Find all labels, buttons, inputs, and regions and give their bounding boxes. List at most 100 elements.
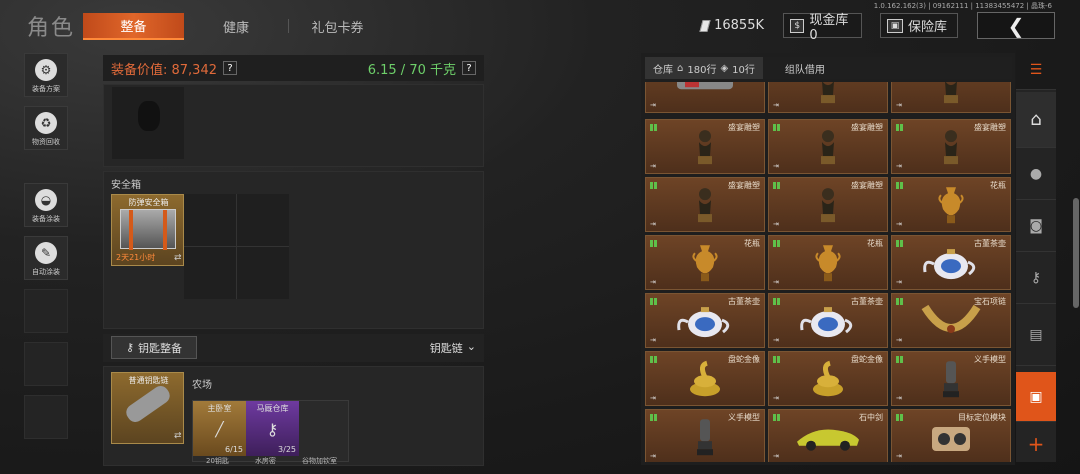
keychain-item[interactable]: 普通钥匙链 ⇄: [111, 372, 184, 444]
grid-size-icon: [896, 182, 903, 189]
sidebar-item-loadout[interactable]: ⚙ 装备方案: [24, 53, 68, 97]
item-name: 花瓶: [990, 181, 1006, 190]
help-icon[interactable]: ?: [462, 61, 476, 75]
warehouse-item[interactable]: 花瓶 ⇥: [768, 235, 888, 290]
move-out-icon[interactable]: ⇥: [896, 162, 902, 170]
cash-icon[interactable]: ▤: [1016, 304, 1056, 366]
sidebar-item-auto-paint[interactable]: ✎ 自动涂装: [24, 236, 68, 280]
keychain-dropdown[interactable]: 钥匙链 ⌄: [430, 340, 476, 356]
move-out-icon[interactable]: ⇥: [650, 278, 656, 286]
grid-slot[interactable]: [184, 194, 236, 246]
box-icon[interactable]: ▣: [1016, 372, 1056, 422]
bust-icon: [940, 128, 962, 170]
warehouse-item[interactable]: 古董茶壶 ⇥: [768, 293, 888, 348]
sidebar-empty-slot: [24, 289, 68, 333]
tab-warehouse[interactable]: 仓库 ⌂ 180行 ◈ 10行: [645, 57, 763, 79]
tab-team-borrow[interactable]: 组队借用: [763, 61, 847, 76]
key-slot[interactable]: 马厩仓库 ⚷ 3/25: [246, 401, 299, 456]
move-out-icon[interactable]: ⇥: [650, 336, 656, 344]
move-out-icon[interactable]: ⇥: [650, 452, 656, 460]
warehouse-item[interactable]: 古董茶壶 ⇥: [645, 293, 765, 348]
sidebar-item-recycle[interactable]: ♻ 物资回收: [24, 106, 68, 150]
tab-label: 礼包卡券: [311, 21, 364, 36]
safe-vault-button[interactable]: ▣ 保险库: [880, 13, 958, 38]
move-out-icon[interactable]: ⇥: [773, 162, 779, 170]
plus-icon[interactable]: +: [1016, 426, 1056, 462]
currency-display[interactable]: 16855K: [695, 13, 770, 38]
swap-icon[interactable]: ⇄: [174, 431, 182, 441]
warehouse-item[interactable]: 义手模型 ⇥: [645, 409, 765, 462]
item-name: 盘蛇金像: [851, 355, 883, 364]
warehouse-item[interactable]: 盛宴雕塑 ⇥: [768, 177, 888, 232]
warehouse-item[interactable]: 盘蛇金像 ⇥: [645, 351, 765, 406]
safe-icon: ▣: [887, 18, 903, 33]
snake-icon: [685, 359, 725, 403]
warehouse-item[interactable]: ⇥: [645, 82, 765, 113]
warehouse-item[interactable]: 盛宴雕塑 ⇥: [768, 119, 888, 174]
grenade-icon[interactable]: ●: [1016, 148, 1056, 200]
keychain-button-label: 钥匙整备: [138, 341, 183, 355]
warehouse-item[interactable]: 石中剑 ⇥: [768, 409, 888, 462]
grid-slot[interactable]: [184, 247, 236, 299]
grid-size-icon: [773, 240, 780, 247]
move-out-icon[interactable]: ⇥: [896, 394, 902, 402]
cash-vault-button[interactable]: $ 现金库 0: [783, 13, 862, 43]
move-out-icon[interactable]: ⇥: [650, 162, 656, 170]
key-icon[interactable]: ⚷: [1016, 252, 1056, 304]
backpack-slot[interactable]: [112, 87, 184, 159]
money-icon[interactable]: ◙: [1016, 200, 1056, 252]
stack-icon[interactable]: ☰: [1016, 50, 1056, 90]
warehouse-item[interactable]: ⇥: [768, 82, 888, 113]
swap-icon[interactable]: ⇄: [174, 253, 182, 263]
help-icon[interactable]: ?: [223, 61, 237, 75]
sidebar-item-label: 装备涂装: [32, 215, 60, 223]
warehouse-item[interactable]: 盛宴雕塑 ⇥: [645, 177, 765, 232]
move-out-icon[interactable]: ⇥: [773, 220, 779, 228]
sidebar-item-paint[interactable]: ◒ 装备涂装: [24, 183, 68, 227]
safe-box-item[interactable]: 防弹安全箱 2天21小时 ⇄: [111, 194, 184, 266]
grid-slot[interactable]: [237, 194, 289, 246]
warehouse-item[interactable]: 花瓶 ⇥: [891, 177, 1011, 232]
warehouse-item[interactable]: 目标定位模块 ⇥: [891, 409, 1011, 462]
recycle-icon: ♻: [35, 112, 57, 134]
move-out-icon[interactable]: ⇥: [896, 278, 902, 286]
grid-size-icon: [650, 414, 657, 421]
move-out-icon[interactable]: ⇥: [773, 394, 779, 402]
tab-label: 仓库: [653, 64, 673, 76]
warehouse-item[interactable]: ⇥: [891, 82, 1011, 113]
move-out-icon[interactable]: ⇥: [773, 278, 779, 286]
back-button[interactable]: ❮: [977, 12, 1055, 39]
keychain-button[interactable]: ⚷ 钥匙整备: [111, 336, 197, 359]
item-name: 义手模型: [728, 413, 760, 422]
move-out-icon[interactable]: ⇥: [773, 101, 779, 109]
bust-icon: [817, 186, 839, 228]
scrollbar[interactable]: [1073, 198, 1079, 308]
tab-equipment[interactable]: 整备: [83, 13, 184, 40]
grid-slot[interactable]: [237, 247, 289, 299]
home-icon[interactable]: ⌂: [1016, 92, 1056, 148]
move-out-icon[interactable]: ⇥: [896, 220, 902, 228]
move-out-icon[interactable]: ⇥: [896, 336, 902, 344]
warehouse-item[interactable]: 盛宴雕塑 ⇥: [645, 119, 765, 174]
move-out-icon[interactable]: ⇥: [650, 394, 656, 402]
move-out-icon[interactable]: ⇥: [773, 336, 779, 344]
move-out-icon[interactable]: ⇥: [773, 452, 779, 460]
warehouse-item[interactable]: 盘蛇金像 ⇥: [768, 351, 888, 406]
warehouse-item[interactable]: 古董茶壶 ⇥: [891, 235, 1011, 290]
move-out-icon[interactable]: ⇥: [650, 101, 656, 109]
warehouse-item[interactable]: 花瓶 ⇥: [645, 235, 765, 290]
tab-gift-cards[interactable]: 礼包卡券: [295, 13, 380, 40]
warehouse-item[interactable]: 盛宴雕塑 ⇥: [891, 119, 1011, 174]
chevron-left-icon: ❮: [1007, 13, 1025, 38]
move-out-icon[interactable]: ⇥: [896, 452, 902, 460]
warehouse-item[interactable]: 义手模型 ⇥: [891, 351, 1011, 406]
tab-health[interactable]: 健康: [190, 13, 282, 40]
tag-icon: ◈: [720, 62, 729, 74]
move-out-icon[interactable]: ⇥: [650, 220, 656, 228]
key-slot[interactable]: 主卧室 ╱ 6/15: [193, 401, 246, 456]
move-out-icon[interactable]: ⇥: [896, 101, 902, 109]
tab-divider: [288, 19, 289, 33]
keychain-dropdown-label: 钥匙链: [429, 342, 463, 355]
keychain-header: ⚷ 钥匙整备 钥匙链 ⌄: [103, 334, 484, 362]
warehouse-item[interactable]: 宝石项链 ⇥: [891, 293, 1011, 348]
